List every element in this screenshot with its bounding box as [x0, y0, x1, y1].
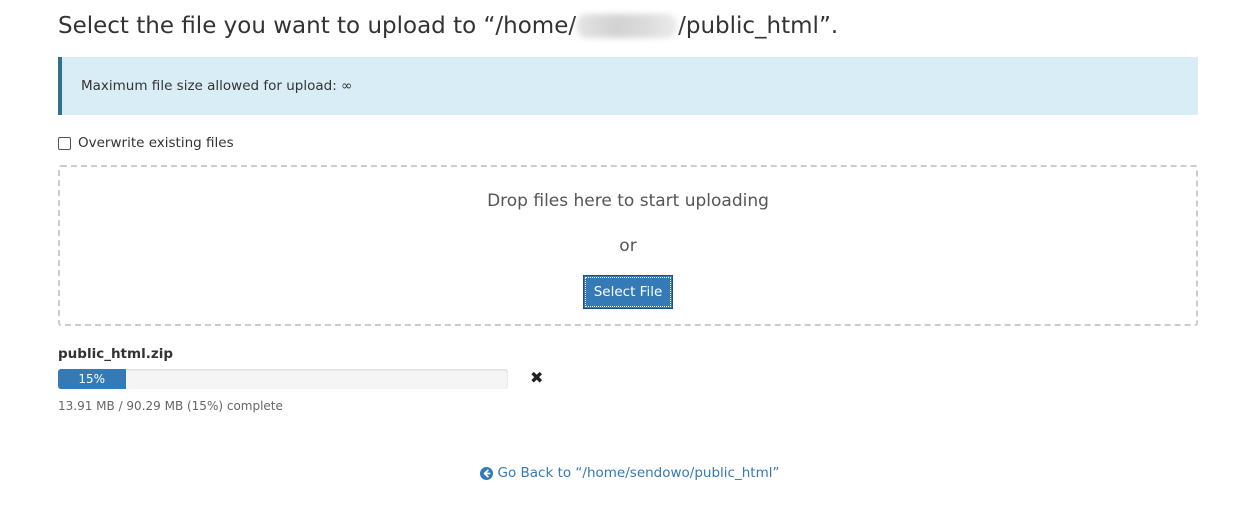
go-back-link[interactable]: Go Back to “/home/sendowo/public_html”	[479, 465, 780, 481]
page-title: Select the file you want to upload to “/…	[58, 10, 838, 42]
arrow-circle-left-icon	[479, 466, 493, 480]
go-back-label: Go Back to “/home/sendowo/public_html”	[497, 465, 780, 481]
upload-progress-bar: 15%	[58, 369, 508, 389]
overwrite-existing-files-option[interactable]: Overwrite existing files	[58, 135, 234, 151]
upload-file-name: public_html.zip	[58, 346, 173, 362]
overwrite-label: Overwrite existing files	[78, 135, 234, 151]
go-back-container: Go Back to “/home/sendowo/public_html”	[0, 465, 1259, 482]
select-file-button[interactable]: Select File	[583, 275, 673, 309]
upload-status-text: 13.91 MB / 90.29 MB (15%) complete	[58, 399, 283, 413]
max-file-size-alert: Maximum file size allowed for upload: ∞	[58, 57, 1198, 115]
file-dropzone[interactable]: Drop files here to start uploading or Se…	[58, 165, 1198, 326]
max-file-size-text: Maximum file size allowed for upload: ∞	[81, 78, 353, 94]
page-title-prefix: Select the file you want to upload to “/…	[58, 13, 577, 39]
overwrite-checkbox[interactable]	[58, 136, 71, 150]
redacted-username	[577, 14, 678, 38]
file-upload-page: Select the file you want to upload to “/…	[0, 0, 1259, 519]
page-title-suffix: /public_html”.	[678, 13, 839, 39]
close-icon[interactable]: ✖	[530, 368, 543, 388]
upload-progress-fill: 15%	[58, 369, 126, 389]
dropzone-or-text: or	[619, 236, 637, 256]
dropzone-instructions: Drop files here to start uploading	[487, 191, 769, 211]
